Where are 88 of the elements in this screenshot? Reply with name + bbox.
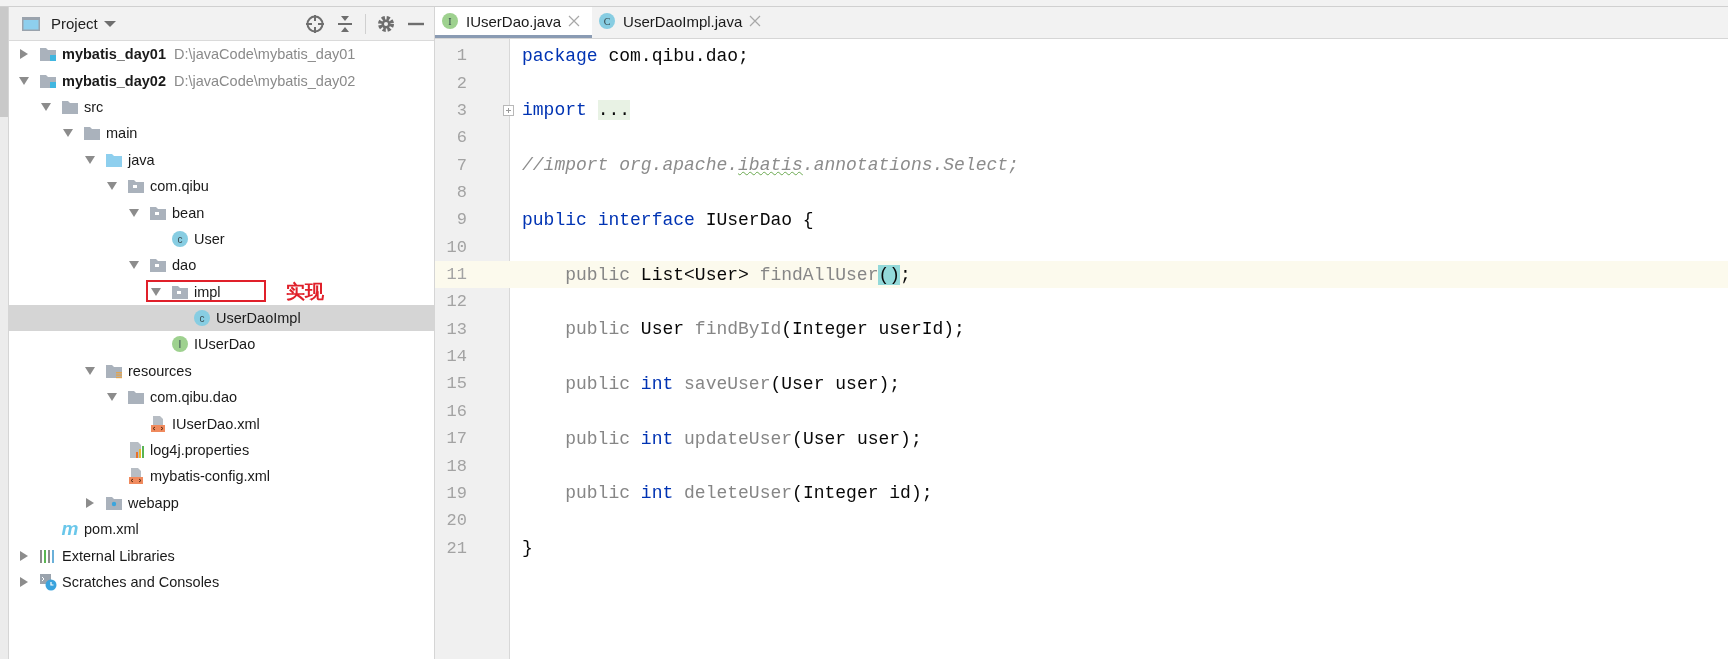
line-number: 1 xyxy=(455,46,467,66)
tree-item[interactable]: Scratches and Consoles xyxy=(9,568,434,596)
expand-arrow-icon[interactable] xyxy=(128,206,140,219)
folder-icon xyxy=(127,388,145,407)
editor-tab[interactable]: I IUserDao.java xyxy=(435,7,593,38)
line-number: 18 xyxy=(445,456,467,476)
expand-arrow-icon[interactable] xyxy=(150,285,162,298)
code-text: public int saveUser(User user); xyxy=(564,374,901,394)
scratches-icon xyxy=(39,573,57,591)
editor-tab[interactable]: C UserDaoImpl.java xyxy=(592,7,774,38)
tree-item[interactable]: I IUserDao xyxy=(9,331,434,358)
expand-arrow-icon[interactable] xyxy=(40,100,52,113)
properties-file-icon xyxy=(127,441,145,460)
tree-item[interactable]: main xyxy=(9,120,434,147)
tree-item[interactable]: com.qibu xyxy=(9,172,434,200)
tree-item[interactable]: mybatis_day02 D:\javaCode\mybatis_day02 xyxy=(9,67,434,94)
xml-file-icon xyxy=(127,467,145,486)
module-folder-icon xyxy=(39,45,57,64)
line-number: 2 xyxy=(455,73,467,93)
interface-icon: I xyxy=(171,335,189,354)
maven-icon: m xyxy=(61,520,79,539)
tree-item[interactable]: webapp xyxy=(9,489,434,517)
line-number: 21 xyxy=(445,538,467,558)
code-text: import ... xyxy=(522,100,631,121)
code-text: public int deleteUser(Integer id); xyxy=(564,483,933,504)
tree-item[interactable]: External Libraries xyxy=(9,542,434,569)
collapse-arrow-icon[interactable] xyxy=(84,496,96,509)
tree-item[interactable]: com.qibu.dao xyxy=(9,384,434,411)
folder-icon xyxy=(127,177,145,196)
close-icon[interactable] xyxy=(568,15,581,27)
line-number: 6 xyxy=(455,128,467,148)
class-icon: c xyxy=(171,229,189,248)
code-text: //import org.apache.ibatis.annotations.Select; xyxy=(522,155,1019,176)
expand-arrow-icon[interactable] xyxy=(18,74,30,87)
code-text: package com.qibu.dao; xyxy=(522,45,749,66)
tree-item[interactable]: mybatis-config.xml xyxy=(9,463,434,490)
expand-arrow-icon[interactable] xyxy=(84,153,96,166)
tree-item[interactable]: c UserDaoImpl xyxy=(9,304,434,332)
tree-item[interactable]: log4j.properties xyxy=(9,436,434,464)
code-text: } xyxy=(522,538,533,559)
collapse-arrow-icon[interactable] xyxy=(18,549,30,562)
line-number: 10 xyxy=(445,237,467,257)
line-number: 12 xyxy=(445,292,467,312)
tree-item[interactable]: java xyxy=(9,146,434,173)
close-icon[interactable] xyxy=(749,15,762,27)
tree-item[interactable]: resources xyxy=(9,357,434,385)
tree-item[interactable]: src xyxy=(9,93,434,121)
tree-item[interactable]: c User xyxy=(9,225,434,253)
line-number: 19 xyxy=(445,483,467,503)
code-text: public User findById(Integer userId); xyxy=(564,319,965,340)
caret-icon[interactable] xyxy=(103,19,116,28)
fold-icon[interactable] xyxy=(503,104,514,116)
collapse-all-icon[interactable] xyxy=(335,13,355,34)
collapse-arrow-icon[interactable] xyxy=(18,576,30,588)
tree-item[interactable]: bean xyxy=(9,199,434,226)
line-number: 20 xyxy=(445,511,467,531)
tree-item[interactable]: impl 实现 xyxy=(9,278,434,305)
annotation-label: 实现 xyxy=(286,279,324,304)
line-number: 7 xyxy=(455,155,467,175)
line-number: 15 xyxy=(445,374,467,394)
expand-arrow-icon[interactable] xyxy=(84,364,96,377)
tree-item[interactable]: dao xyxy=(9,252,434,279)
tree-item[interactable]: mybatis_day01 D:\javaCode\mybatis_day01 xyxy=(9,41,434,68)
line-number: 17 xyxy=(445,429,467,449)
line-number: 8 xyxy=(455,182,467,202)
tree-item[interactable]: IUserDao.xml xyxy=(9,410,434,437)
tree-item[interactable]: m pom.xml xyxy=(9,516,434,543)
project-view-selector[interactable]: Project xyxy=(51,15,116,32)
interface-icon: I xyxy=(441,12,459,30)
folder-icon xyxy=(149,256,167,275)
class-icon: c xyxy=(193,309,211,328)
line-number: 9 xyxy=(455,210,467,230)
crosshair-icon[interactable] xyxy=(305,13,325,34)
folder-icon xyxy=(83,124,101,143)
collapse-arrow-icon[interactable] xyxy=(18,48,30,61)
module-path: D:\javaCode\mybatis_day01 xyxy=(174,46,356,63)
code-text: public List<User> findAllUser(); xyxy=(564,264,911,285)
class-icon: C xyxy=(598,12,617,30)
line-number: 11 xyxy=(445,265,467,285)
line-number: 14 xyxy=(445,347,467,367)
line-number: 3 xyxy=(455,100,467,120)
line-number: 13 xyxy=(445,319,467,339)
code-text: public int updateUser(User user); xyxy=(564,428,922,449)
module-path: D:\javaCode\mybatis_day02 xyxy=(174,72,356,89)
line-number: 16 xyxy=(445,401,467,421)
xml-file-icon xyxy=(149,414,167,433)
code-text: public interface IUserDao { xyxy=(522,209,814,230)
settings-icon[interactable] xyxy=(376,13,396,34)
